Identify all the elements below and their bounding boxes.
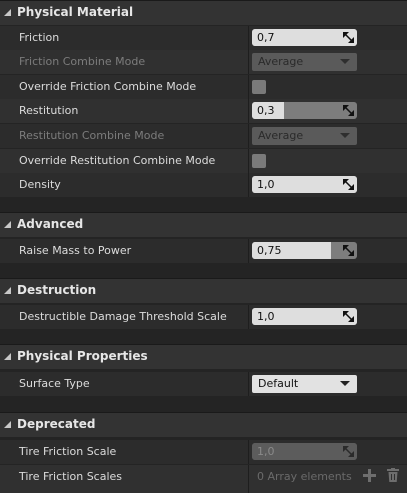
property-row-restitution: Restitution 0,3 [0, 99, 407, 123]
property-row-friction-combine-mode: Friction Combine Mode Average [0, 50, 407, 74]
plus-icon[interactable] [363, 469, 376, 482]
restitution-value: 0,3 [257, 104, 275, 117]
details-panel: Physical Material Friction 0,7 Friction … [0, 0, 407, 493]
property-row-tire-friction-scale: Tire Friction Scale 1,0 [0, 440, 407, 464]
drag-resize-icon[interactable] [343, 311, 354, 322]
property-label: Density [19, 178, 61, 191]
dropdown-value: Average [258, 129, 304, 142]
category-title: Deprecated [17, 417, 96, 431]
category-physical-material[interactable]: Physical Material [0, 0, 407, 25]
threshold-scale-input[interactable]: 1,0 [252, 308, 357, 325]
drag-resize-icon[interactable] [343, 32, 354, 43]
collapse-arrow-icon[interactable] [4, 353, 12, 361]
property-row-restitution-combine-mode: Restitution Combine Mode Average [0, 124, 407, 148]
drag-resize-icon[interactable] [343, 179, 354, 190]
category-destruction[interactable]: Destruction [0, 278, 407, 303]
trash-icon[interactable] [387, 468, 399, 482]
override-friction-combine-mode-checkbox[interactable] [252, 80, 266, 94]
collapse-arrow-icon[interactable] [4, 221, 12, 229]
property-label: Tire Friction Scale [19, 445, 117, 458]
property-label: Tire Friction Scales [19, 470, 123, 483]
friction-combine-mode-dropdown[interactable]: Average [252, 53, 357, 71]
property-row-raise-mass-to-power: Raise Mass to Power 0,75 [0, 239, 407, 263]
drag-resize-icon[interactable] [343, 105, 354, 116]
density-input[interactable]: 1,0 [252, 176, 357, 193]
restitution-combine-mode-dropdown[interactable]: Average [252, 127, 357, 145]
dropdown-value: Default [258, 377, 299, 390]
collapse-arrow-icon[interactable] [4, 421, 12, 429]
property-label: Override Friction Combine Mode [19, 80, 197, 93]
category-advanced[interactable]: Advanced [0, 212, 407, 237]
property-label: Friction Combine Mode [19, 55, 146, 68]
chevron-down-icon [340, 381, 350, 386]
raise-mass-to-power-input[interactable]: 0,75 [252, 242, 357, 259]
chevron-down-icon [340, 59, 350, 64]
dropdown-value: Average [258, 55, 304, 68]
restitution-input[interactable]: 0,3 [252, 102, 357, 119]
chevron-down-icon [340, 133, 350, 138]
category-title: Physical Properties [17, 349, 148, 363]
property-label: Restitution [19, 104, 79, 117]
array-count: 0 Array elements [257, 470, 352, 483]
property-row-density: Density 1,0 [0, 173, 407, 197]
property-row-override-restitution-combine-mode: Override Restitution Combine Mode [0, 149, 407, 173]
property-label: Restitution Combine Mode [19, 129, 165, 142]
raise-mass-to-power-value: 0,75 [257, 244, 282, 257]
threshold-scale-value: 1,0 [257, 310, 275, 323]
property-label: Surface Type [19, 377, 90, 390]
property-label: Friction [19, 31, 60, 44]
category-title: Advanced [17, 217, 84, 231]
tire-friction-scale-input[interactable]: 1,0 [252, 443, 357, 460]
category-title: Physical Material [17, 5, 134, 19]
property-label: Override Restitution Combine Mode [19, 154, 216, 167]
property-row-surface-type: Surface Type Default [0, 372, 407, 396]
density-value: 1,0 [257, 178, 275, 191]
drag-resize-icon[interactable] [343, 245, 354, 256]
friction-input[interactable]: 0,7 [252, 29, 357, 46]
property-row-destructible-damage-threshold-scale: Destructible Damage Threshold Scale 1,0 [0, 305, 407, 329]
property-row-override-friction-combine-mode: Override Friction Combine Mode [0, 75, 407, 99]
property-row-friction: Friction 0,7 [0, 26, 407, 50]
property-label: Raise Mass to Power [19, 244, 132, 257]
friction-value: 0,7 [257, 31, 275, 44]
property-row-tire-friction-scales: Tire Friction Scales 0 Array elements [0, 465, 407, 493]
category-title: Destruction [17, 283, 97, 297]
category-deprecated[interactable]: Deprecated [0, 412, 407, 437]
category-physical-properties[interactable]: Physical Properties [0, 344, 407, 369]
collapse-arrow-icon[interactable] [4, 9, 12, 17]
collapse-arrow-icon[interactable] [4, 287, 12, 295]
property-label: Destructible Damage Threshold Scale [19, 310, 227, 323]
surface-type-dropdown[interactable]: Default [252, 375, 357, 393]
override-restitution-combine-mode-checkbox[interactable] [252, 154, 266, 168]
tire-friction-scale-value: 1,0 [257, 445, 275, 458]
drag-resize-icon[interactable] [343, 446, 354, 457]
